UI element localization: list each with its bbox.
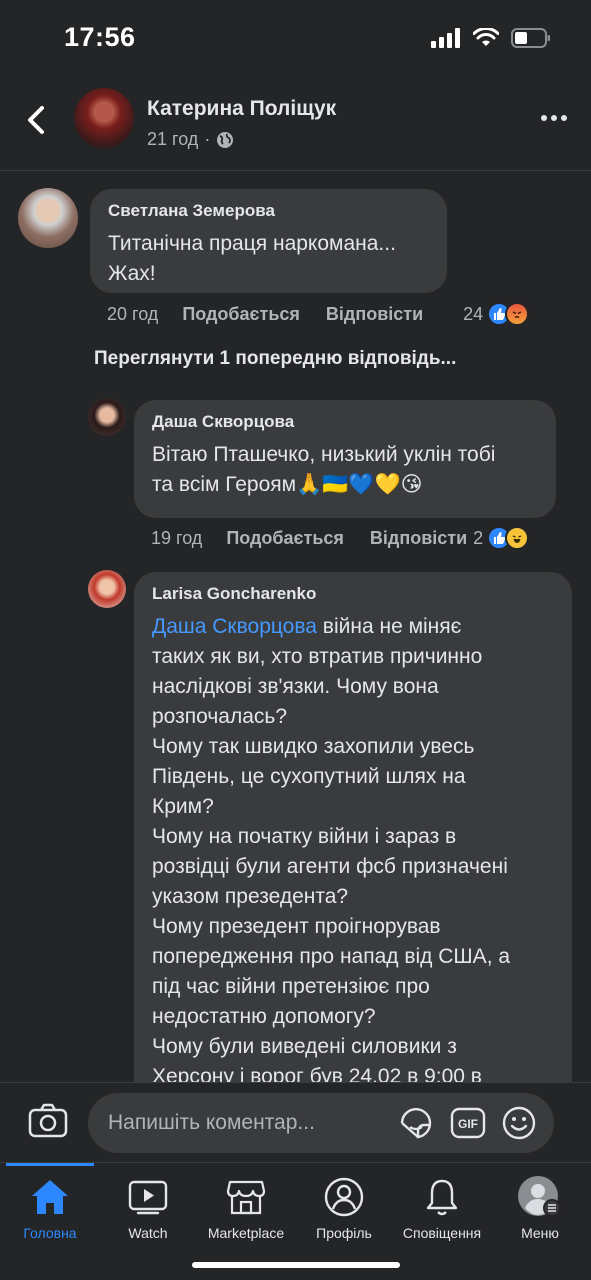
comment-input-placeholder: Напишіть коментар... bbox=[108, 1111, 315, 1134]
svg-text:GIF: GIF bbox=[458, 1117, 478, 1131]
comment-line: таких як ви, хто втратив причинно bbox=[152, 645, 483, 668]
comment-line: Чому на початку війни і зараз в bbox=[152, 825, 457, 848]
commenter-avatar[interactable] bbox=[88, 570, 126, 608]
post-header: Катерина Поліщук 21 год · bbox=[0, 78, 591, 170]
comment-text: Даша Скворцова війна не міняє таких як в… bbox=[152, 612, 554, 1092]
tab-home[interactable]: Головна bbox=[0, 1175, 100, 1241]
like-button[interactable]: Подобається bbox=[226, 528, 344, 549]
signal-icon bbox=[431, 28, 460, 48]
comment-line: Вітаю Пташечко, низький уклін тобі bbox=[152, 443, 496, 466]
dot-icon bbox=[541, 115, 547, 121]
comment-line: розвідці були агенти фсб призначені bbox=[152, 855, 508, 878]
post-time: 21 год bbox=[147, 129, 199, 149]
comment-line: Чому були виведені силовики з bbox=[152, 1035, 457, 1058]
dot-icon bbox=[551, 115, 557, 121]
comment-line: Титанічна праця наркомана... bbox=[108, 232, 396, 255]
comment-author[interactable]: Даша Скворцова bbox=[152, 412, 538, 432]
more-options-button[interactable] bbox=[539, 108, 569, 128]
reactions[interactable] bbox=[487, 526, 530, 550]
battery-icon bbox=[511, 28, 550, 48]
comment-line: указом презедента? bbox=[152, 885, 349, 908]
view-previous-replies[interactable]: Переглянути 1 попередню відповідь... bbox=[94, 348, 456, 370]
gif-icon[interactable]: GIF bbox=[450, 1107, 486, 1139]
mention-link[interactable]: Даша Скворцова bbox=[152, 615, 317, 638]
comment-line: Даша Скворцова війна не міняє bbox=[152, 612, 554, 642]
tab-watch[interactable]: Watch bbox=[98, 1175, 198, 1241]
reply-button[interactable]: Відповісти bbox=[326, 304, 423, 325]
comment-time: 19 год bbox=[151, 527, 203, 548]
comment-line: недостатню допомогу? bbox=[152, 1005, 376, 1028]
sticker-icon[interactable] bbox=[398, 1105, 434, 1141]
dot-icon bbox=[561, 115, 567, 121]
reactions-count[interactable]: 24 bbox=[463, 304, 483, 325]
comment-line: під час війни претензіює про bbox=[152, 975, 430, 998]
status-icons bbox=[431, 28, 551, 48]
comment-input[interactable]: Напишіть коментар... GIF bbox=[88, 1093, 554, 1153]
comment-text: Титанічна праця наркомана... Жах! bbox=[108, 229, 429, 289]
comment-line: попередження про напад від США, а bbox=[152, 945, 511, 968]
comment-line: Жах! bbox=[108, 262, 156, 285]
watch-icon bbox=[128, 1180, 168, 1215]
meta-separator: · bbox=[204, 129, 211, 149]
camera-icon[interactable] bbox=[28, 1103, 68, 1139]
reply-button[interactable]: Відповісти bbox=[370, 528, 467, 549]
back-button[interactable] bbox=[20, 100, 54, 140]
tab-menu[interactable]: Меню bbox=[490, 1175, 590, 1241]
header-divider bbox=[0, 170, 591, 171]
commenter-avatar[interactable] bbox=[18, 188, 78, 248]
tab-label: Профіль bbox=[316, 1225, 372, 1241]
tab-profile[interactable]: Профіль bbox=[294, 1175, 394, 1241]
wifi-icon bbox=[473, 28, 499, 46]
active-tab-indicator bbox=[6, 1163, 94, 1166]
comment-author[interactable]: Larisa Goncharenko bbox=[152, 584, 554, 604]
comment-line: Чому так швидко захопили увесь bbox=[152, 735, 475, 758]
comment-line-rest: війна не міняє bbox=[316, 615, 462, 638]
comment-line: Чому презедент проігнорував bbox=[152, 915, 441, 938]
comment-bubble[interactable]: Даша Скворцова Вітаю Пташечко, низький у… bbox=[134, 400, 556, 518]
profile-icon bbox=[324, 1177, 364, 1217]
comment-line: Крим? bbox=[152, 795, 214, 818]
comment-bubble[interactable]: Larisa Goncharenko Даша Скворцова війна … bbox=[134, 572, 572, 1102]
post-meta: 21 год · bbox=[147, 129, 234, 150]
status-time: 17:56 bbox=[64, 22, 136, 52]
composer-icons: GIF bbox=[398, 1105, 536, 1141]
tab-label: Watch bbox=[128, 1225, 168, 1241]
comment-line: Південь, це сухопутний шлях на bbox=[152, 765, 466, 788]
comment-line: та всім Героям🙏🇺🇦💙💛😘 bbox=[152, 473, 423, 496]
comment-actions: 20 год Подобається Відповісти 24 bbox=[107, 302, 577, 326]
tab-label: Marketplace bbox=[207, 1225, 285, 1241]
bell-icon bbox=[426, 1179, 458, 1216]
comment-text: Вітаю Пташечко, низький уклін тобі та вс… bbox=[152, 440, 538, 500]
tab-marketplace[interactable]: Marketplace bbox=[196, 1175, 296, 1241]
home-indicator bbox=[192, 1262, 400, 1268]
comment-time: 20 год bbox=[107, 303, 159, 324]
like-button[interactable]: Подобається bbox=[182, 304, 300, 325]
tab-notifications[interactable]: Сповіщення bbox=[392, 1175, 492, 1241]
comment-line: наслідкові зв'язки. Чому вона bbox=[152, 675, 439, 698]
comment-line: розпочалась? bbox=[152, 705, 288, 728]
globe-icon bbox=[217, 131, 234, 148]
status-bar: 17:56 bbox=[0, 0, 591, 78]
haha-icon bbox=[505, 526, 530, 550]
author-avatar[interactable] bbox=[74, 88, 134, 148]
reactions[interactable] bbox=[487, 302, 530, 326]
menu-icon bbox=[518, 1176, 561, 1217]
angry-icon bbox=[505, 302, 530, 326]
home-icon bbox=[32, 1180, 68, 1214]
tab-label: Меню bbox=[521, 1225, 559, 1241]
reactions-count[interactable]: 2 bbox=[473, 528, 483, 549]
commenter-avatar[interactable] bbox=[88, 398, 126, 436]
emoji-icon[interactable] bbox=[502, 1106, 536, 1140]
tab-label: Сповіщення bbox=[402, 1225, 482, 1241]
tab-label: Головна bbox=[23, 1225, 77, 1241]
marketplace-icon bbox=[226, 1180, 266, 1215]
author-name[interactable]: Катерина Поліщук bbox=[147, 97, 336, 121]
comment-actions: 19 год Подобається Відповісти 2 bbox=[151, 526, 581, 550]
comment-author[interactable]: Светлана Земерова bbox=[108, 201, 429, 221]
comment-bubble[interactable]: Светлана Земерова Титанічна праця нарком… bbox=[90, 189, 447, 293]
comment-composer: Напишіть коментар... GIF bbox=[0, 1082, 591, 1162]
